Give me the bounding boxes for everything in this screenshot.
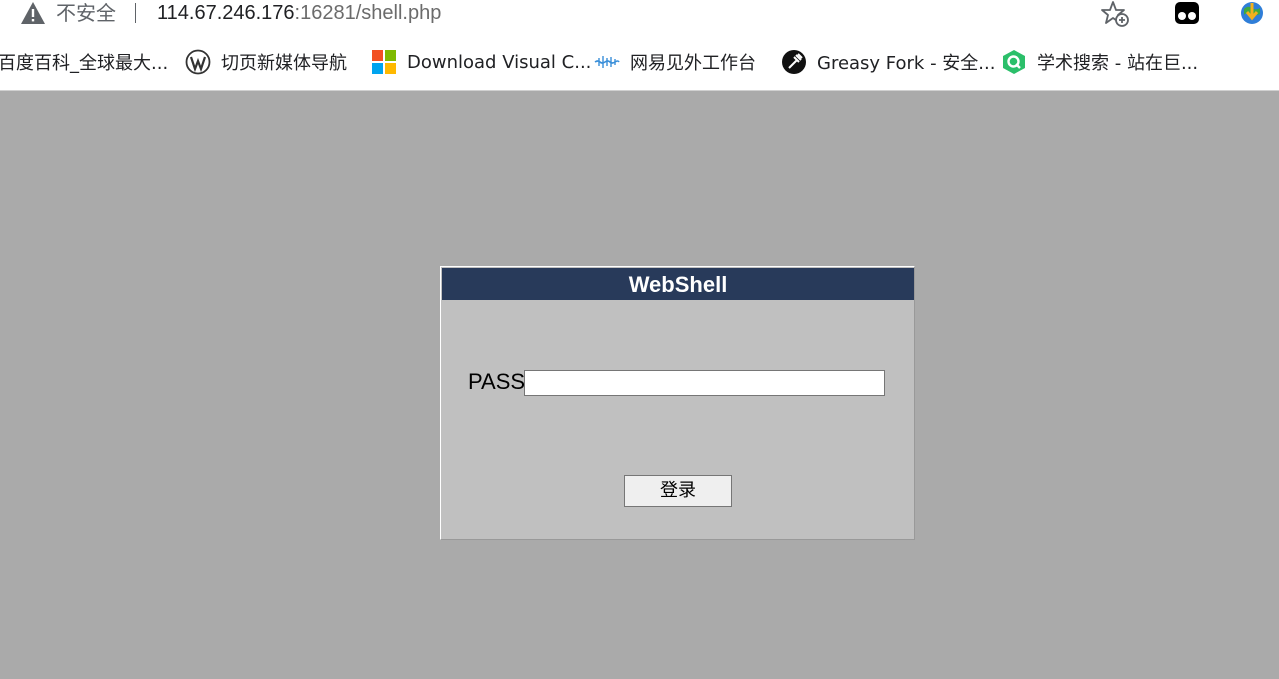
bookmark-label: Download Visual C... [407, 51, 592, 73]
wordpress-icon [185, 49, 211, 75]
microsoft-icon [372, 50, 396, 74]
login-panel: WebShell PASS: 登录 [440, 266, 915, 540]
download-manager-extension-icon[interactable] [1238, 0, 1266, 26]
warning-icon[interactable] [20, 1, 46, 25]
url-text[interactable]: 114.67.246.176:16281/shell.php [157, 0, 441, 26]
bookmark-label: Greasy Fork - 安全... [817, 53, 996, 74]
bookmark-greasy-fork[interactable]: Greasy Fork - 安全... [781, 44, 995, 80]
tampermonkey-extension-icon[interactable] [1174, 1, 1200, 25]
bookmark-netease-jianwai[interactable]: 网易见外工作台 [594, 44, 756, 80]
netease-jianwai-icon [594, 56, 620, 68]
bookmarks-bar: 百度百科_全球最大... 切页新媒体导航 Download Visual C..… [0, 44, 1279, 80]
url-host: 114.67.246.176 [157, 2, 295, 24]
greasy-fork-icon [782, 50, 806, 74]
bookmark-star-icon[interactable] [1100, 0, 1130, 28]
address-divider [135, 3, 136, 23]
password-input[interactable] [524, 370, 885, 396]
bookmark-label: 百度百科_全球最大... [0, 53, 169, 74]
address-bar[interactable]: 不安全 114.67.246.176:16281/shell.php [0, 0, 1145, 30]
bookmark-baidu-baike[interactable]: 百度百科_全球最大... [0, 44, 168, 80]
login-button[interactable]: 登录 [624, 475, 732, 507]
login-title: WebShell [442, 268, 914, 300]
password-label: PASS: [468, 369, 532, 394]
security-status-label[interactable]: 不安全 [56, 0, 116, 26]
bookmark-download-visual-c[interactable]: Download Visual C... [371, 44, 591, 80]
bookmark-label: 切页新媒体导航 [221, 53, 347, 74]
page-content: WebShell PASS: 登录 [0, 91, 1279, 679]
url-path: :16281/shell.php [294, 2, 442, 24]
bookmark-scholar-search[interactable]: 学术搜索 - 站在巨... [1001, 44, 1198, 80]
scholar-search-icon [1003, 50, 1025, 74]
bookmark-qieye[interactable]: 切页新媒体导航 [185, 44, 347, 80]
bookmark-label: 网易见外工作台 [630, 53, 756, 74]
bookmark-label: 学术搜索 - 站在巨... [1037, 53, 1199, 74]
browser-chrome: 不安全 114.67.246.176:16281/shell.php 百度百科_… [0, 0, 1279, 91]
